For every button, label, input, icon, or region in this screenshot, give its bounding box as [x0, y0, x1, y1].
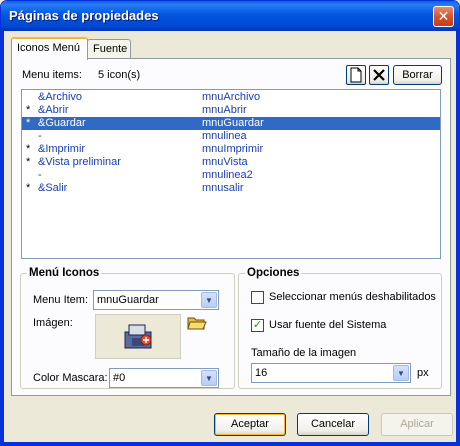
delete-x-icon [373, 69, 385, 81]
window-border-bottom [1, 442, 459, 445]
modified-marker: * [26, 117, 31, 129]
list-item[interactable]: * &Vista preliminar mnuVista [22, 156, 440, 169]
tab-fuente[interactable]: Fuente [87, 39, 131, 59]
clear-button-label: Borrar [402, 69, 433, 81]
item-caption: &Imprimir [38, 143, 86, 155]
menu-items-label: Menu items: [22, 69, 82, 81]
new-icon-button[interactable] [346, 65, 366, 85]
list-item[interactable]: &Archivo mnuArchivo [22, 91, 440, 104]
mask-color-select[interactable]: #0 ▼ [109, 368, 219, 388]
system-font-label[interactable]: Usar fuente del Sistema [269, 319, 386, 331]
apply-button[interactable]: Aplicar [381, 413, 453, 436]
window-title: Páginas de propiedades [9, 8, 159, 23]
item-caption: &Guardar [38, 117, 86, 129]
image-size-value: 16 [255, 367, 268, 379]
menu-item-label: Menu Item: [33, 294, 89, 306]
unit-label: px [417, 367, 429, 379]
menu-icons-group: Menú Iconos Menu Item: mnuGuardar ▼ Imág… [20, 267, 235, 389]
icon-count: 5 icon(s) [98, 69, 141, 81]
folder-open-icon [187, 317, 207, 330]
chevron-down-icon[interactable]: ▼ [201, 370, 217, 386]
options-group: Opciones Seleccionar menús deshabilitado… [238, 267, 442, 389]
item-caption: &Abrir [38, 104, 69, 116]
item-name: mnulinea [202, 130, 247, 142]
save-disk-icon [124, 324, 152, 349]
tab-iconos-menu[interactable]: Iconos Menú [11, 37, 88, 60]
mask-color-label: Color Mascara: [33, 372, 108, 384]
tab-panel: Menu items: 5 icon(s) Borrar &Archivo mn… [11, 58, 451, 396]
list-item[interactable]: - mnulinea2 [22, 169, 440, 182]
cancel-button[interactable]: Cancelar [297, 413, 369, 436]
item-name: mnuVista [202, 156, 248, 168]
open-image-button[interactable] [187, 314, 207, 332]
clear-button[interactable]: Borrar [393, 65, 442, 85]
accept-button[interactable]: Aceptar [214, 413, 286, 436]
menu-item-select[interactable]: mnuGuardar ▼ [93, 290, 219, 310]
system-font-checkbox[interactable]: ✓ [251, 319, 264, 332]
disabled-menus-checkbox[interactable] [251, 291, 264, 304]
image-size-label: Tamaño de la imagen [251, 347, 357, 359]
tab-label: Iconos Menú [17, 42, 80, 54]
item-name: mnusalir [202, 182, 244, 194]
list-item[interactable]: * &Salir mnusalir [22, 182, 440, 195]
close-button[interactable]: ✕ [433, 6, 454, 27]
item-caption: &Archivo [38, 91, 83, 103]
modified-marker: * [26, 143, 31, 155]
tab-label: Fuente [93, 43, 128, 55]
disabled-menus-label[interactable]: Seleccionar menús deshabilitados [269, 291, 436, 303]
list-item[interactable]: * &Imprimir mnuImprimir [22, 143, 440, 156]
new-document-icon [350, 67, 362, 83]
cancel-label: Cancelar [310, 418, 356, 430]
window-border-right [456, 31, 459, 445]
item-name: mnuArchivo [202, 91, 261, 103]
chevron-down-icon[interactable]: ▼ [393, 365, 409, 381]
image-preview[interactable] [95, 314, 181, 359]
item-caption: &Vista preliminar [38, 156, 121, 168]
image-size-select[interactable]: 16 ▼ [251, 363, 411, 383]
mask-color-value: #0 [113, 372, 126, 384]
modified-marker: * [26, 104, 31, 116]
item-caption: - [38, 169, 42, 181]
apply-label: Aplicar [400, 418, 434, 430]
group-title: Menú Iconos [27, 267, 102, 279]
window-border-left [1, 31, 4, 445]
item-caption: - [38, 130, 42, 142]
item-name: mnuAbrir [202, 104, 247, 116]
accept-label: Aceptar [231, 418, 269, 430]
group-title: Opciones [245, 267, 302, 279]
modified-marker: * [26, 182, 31, 194]
menu-item-value: mnuGuardar [97, 294, 159, 306]
item-name: mnulinea2 [202, 169, 253, 181]
title-bar[interactable]: Páginas de propiedades ✕ [1, 1, 459, 31]
list-item-selected[interactable]: * &Guardar mnuGuardar [22, 117, 440, 130]
item-name: mnuGuardar [202, 117, 264, 129]
item-name: mnuImprimir [202, 143, 264, 155]
close-icon: ✕ [437, 8, 450, 24]
modified-marker: * [26, 156, 31, 168]
delete-icon-button[interactable] [369, 65, 389, 85]
properties-window: Páginas de propiedades ✕ Iconos Menú Fue… [0, 0, 460, 446]
item-caption: &Salir [38, 182, 68, 194]
image-label: Imágen: [33, 317, 73, 329]
list-item[interactable]: * &Abrir mnuAbrir [22, 104, 440, 117]
chevron-down-icon[interactable]: ▼ [201, 292, 217, 308]
list-item[interactable]: - mnulinea [22, 130, 440, 143]
menu-items-list[interactable]: &Archivo mnuArchivo * &Abrir mnuAbrir * … [21, 89, 441, 259]
